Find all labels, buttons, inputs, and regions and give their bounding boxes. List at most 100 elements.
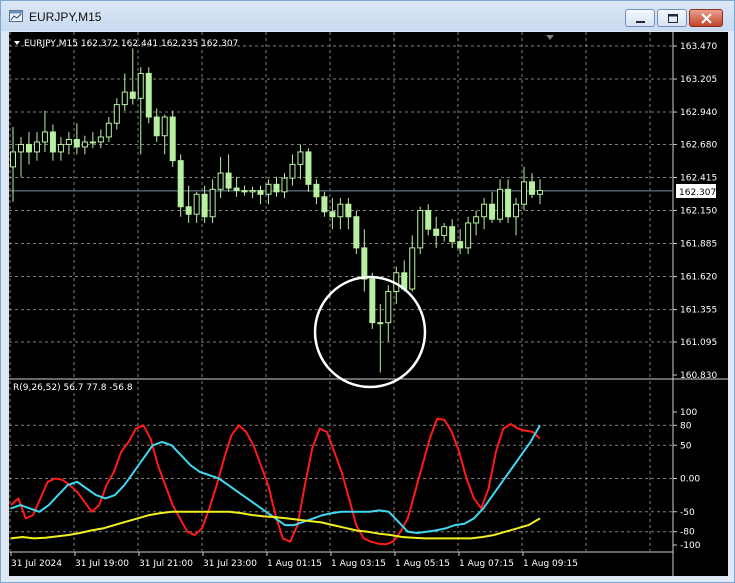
candle xyxy=(57,136,64,161)
time-tick-label: 1 Aug 05:15 xyxy=(395,559,450,569)
candle-body-bear xyxy=(273,183,280,193)
candle xyxy=(377,303,384,373)
candle xyxy=(361,229,368,292)
candle-body-bull xyxy=(377,322,384,325)
candle-body-bear xyxy=(505,188,512,218)
candle xyxy=(529,173,536,199)
candle xyxy=(321,191,328,217)
candle-body-bear xyxy=(241,190,248,193)
candle xyxy=(345,198,352,230)
time-tick-label: 1 Aug 01:15 xyxy=(267,559,322,569)
candle-body-bull xyxy=(281,177,288,193)
candle xyxy=(505,179,512,223)
close-button[interactable] xyxy=(689,9,723,27)
candle-body-bull xyxy=(65,138,72,145)
candle-body-bull xyxy=(473,216,480,224)
candle-body-bear xyxy=(145,72,152,118)
price-tick-label: 162.415 xyxy=(680,173,717,183)
candle-body-bull xyxy=(97,136,104,143)
candle-body-bull xyxy=(441,226,448,236)
candle-body-bull xyxy=(289,163,296,179)
candle xyxy=(489,191,496,223)
candle-body-bull xyxy=(265,183,272,195)
candle-body-bear xyxy=(321,196,328,213)
indicator-layer xyxy=(10,417,541,546)
candle-body-bull xyxy=(337,203,344,218)
chart-menu-triangle-icon[interactable] xyxy=(14,41,20,45)
candle-body-bear xyxy=(177,160,184,208)
candle-body-bull xyxy=(41,131,48,143)
candle-body-bull xyxy=(137,72,144,99)
candle-body-bull xyxy=(297,151,304,165)
current-price-label: 162.307 xyxy=(679,188,716,198)
candle-body-bear xyxy=(425,210,432,230)
minimize-icon xyxy=(636,21,645,23)
title-bar[interactable]: EURJPY,M15 xyxy=(1,1,734,31)
candle xyxy=(497,179,504,223)
candle-body-bull xyxy=(193,193,200,215)
indicator-scale: 100 80 50 0.00 -50 -80 -100 xyxy=(673,408,701,551)
candle xyxy=(473,210,480,236)
candle-body-bear xyxy=(345,203,352,218)
time-tick-label: 1 Aug 03:15 xyxy=(331,559,386,569)
terminal-window: EURJPY,M15 163.470 163.205 162.940 162.680 1… xyxy=(0,0,735,583)
time-tick-label: 31 Jul 2024 xyxy=(11,559,62,569)
candle-body-bear xyxy=(449,226,456,243)
candle xyxy=(129,48,136,105)
price-tick-label: 163.205 xyxy=(680,75,717,85)
candle-body-bull xyxy=(57,143,64,153)
candle xyxy=(425,204,432,236)
indicator-tick-label: 50 xyxy=(680,441,692,451)
maximize-icon xyxy=(668,14,678,23)
candle xyxy=(81,135,88,155)
candle xyxy=(217,156,224,199)
candle-body-bear xyxy=(233,187,240,192)
candle xyxy=(65,131,72,155)
indicator-tick-label: 100 xyxy=(680,408,697,418)
price-tick-label: 161.885 xyxy=(680,240,717,250)
candle-body-bear xyxy=(361,247,368,280)
price-chart-svg[interactable]: 163.470 163.205 162.940 162.680 162.415 162.1… xyxy=(9,32,728,576)
candle xyxy=(233,176,240,197)
time-tick-label: 31 Jul 19:00 xyxy=(75,559,129,569)
minimize-button[interactable] xyxy=(625,9,655,27)
candle xyxy=(33,131,40,161)
candle xyxy=(513,198,520,236)
candle xyxy=(73,123,80,155)
candle-body-bear xyxy=(73,138,80,148)
indicator-tick-label: 0.00 xyxy=(680,475,700,485)
chart-app-icon xyxy=(9,10,23,22)
chart-area[interactable]: 163.470 163.205 162.940 162.680 162.415 162.1… xyxy=(9,32,728,576)
candle-body-bear xyxy=(457,241,464,249)
indicator-tick-label: -80 xyxy=(680,528,695,538)
candle xyxy=(25,131,32,165)
candle-body-bull xyxy=(249,190,256,193)
candle-body-bull xyxy=(409,247,416,290)
time-tick-label: 1 Aug 09:15 xyxy=(523,559,578,569)
candle-body-bear xyxy=(313,183,320,198)
price-tick-label: 160.830 xyxy=(680,371,717,381)
maximize-button[interactable] xyxy=(657,9,687,27)
candle xyxy=(289,154,296,186)
time-tick-label: 31 Jul 21:00 xyxy=(139,559,193,569)
candle xyxy=(113,98,120,130)
candle xyxy=(225,154,232,192)
candle xyxy=(273,176,280,197)
candle xyxy=(97,129,104,149)
price-scale: 163.470 163.205 162.940 162.680 162.415 162.1… xyxy=(673,42,717,381)
candle xyxy=(441,222,448,242)
candle-body-bear xyxy=(185,206,192,215)
candle xyxy=(89,131,96,149)
candle xyxy=(281,173,288,199)
candle xyxy=(49,124,56,161)
time-scale: 31 Jul 2024 31 Jul 19:00 31 Jul 21:00 31 Ju… xyxy=(10,552,578,569)
candle-body-bull xyxy=(497,188,504,220)
candle-body-bear xyxy=(353,216,360,249)
candle-body-bull xyxy=(10,151,16,168)
candle xyxy=(537,179,543,205)
chart-shift-marker-icon[interactable] xyxy=(546,35,554,40)
candle-body-bear xyxy=(433,228,440,236)
candle-body-bull xyxy=(513,203,520,218)
candle-body-bear xyxy=(257,190,264,195)
candle-body-bull xyxy=(121,91,128,106)
